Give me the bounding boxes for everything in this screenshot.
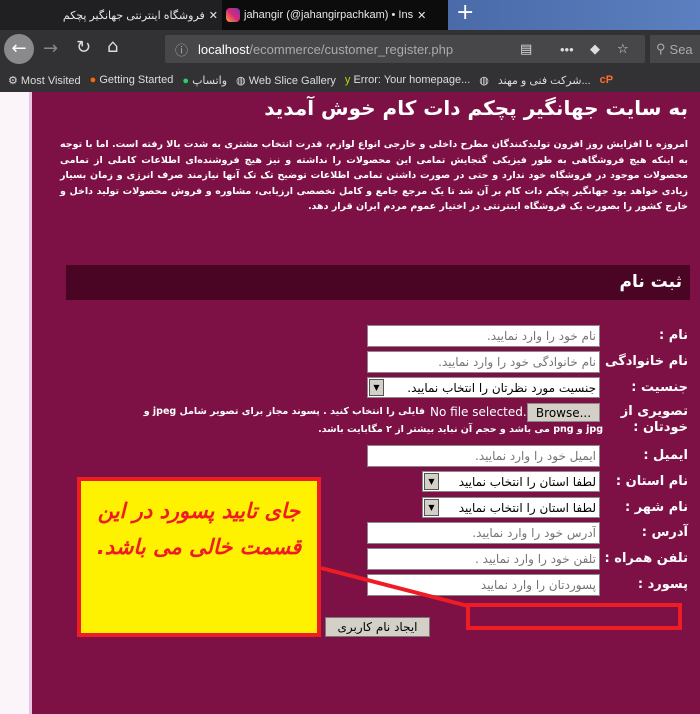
annotation-callout: جای تایید پسورد در این قسمت خالی می باشد… [77, 477, 321, 637]
annotation-highlight [466, 603, 682, 630]
